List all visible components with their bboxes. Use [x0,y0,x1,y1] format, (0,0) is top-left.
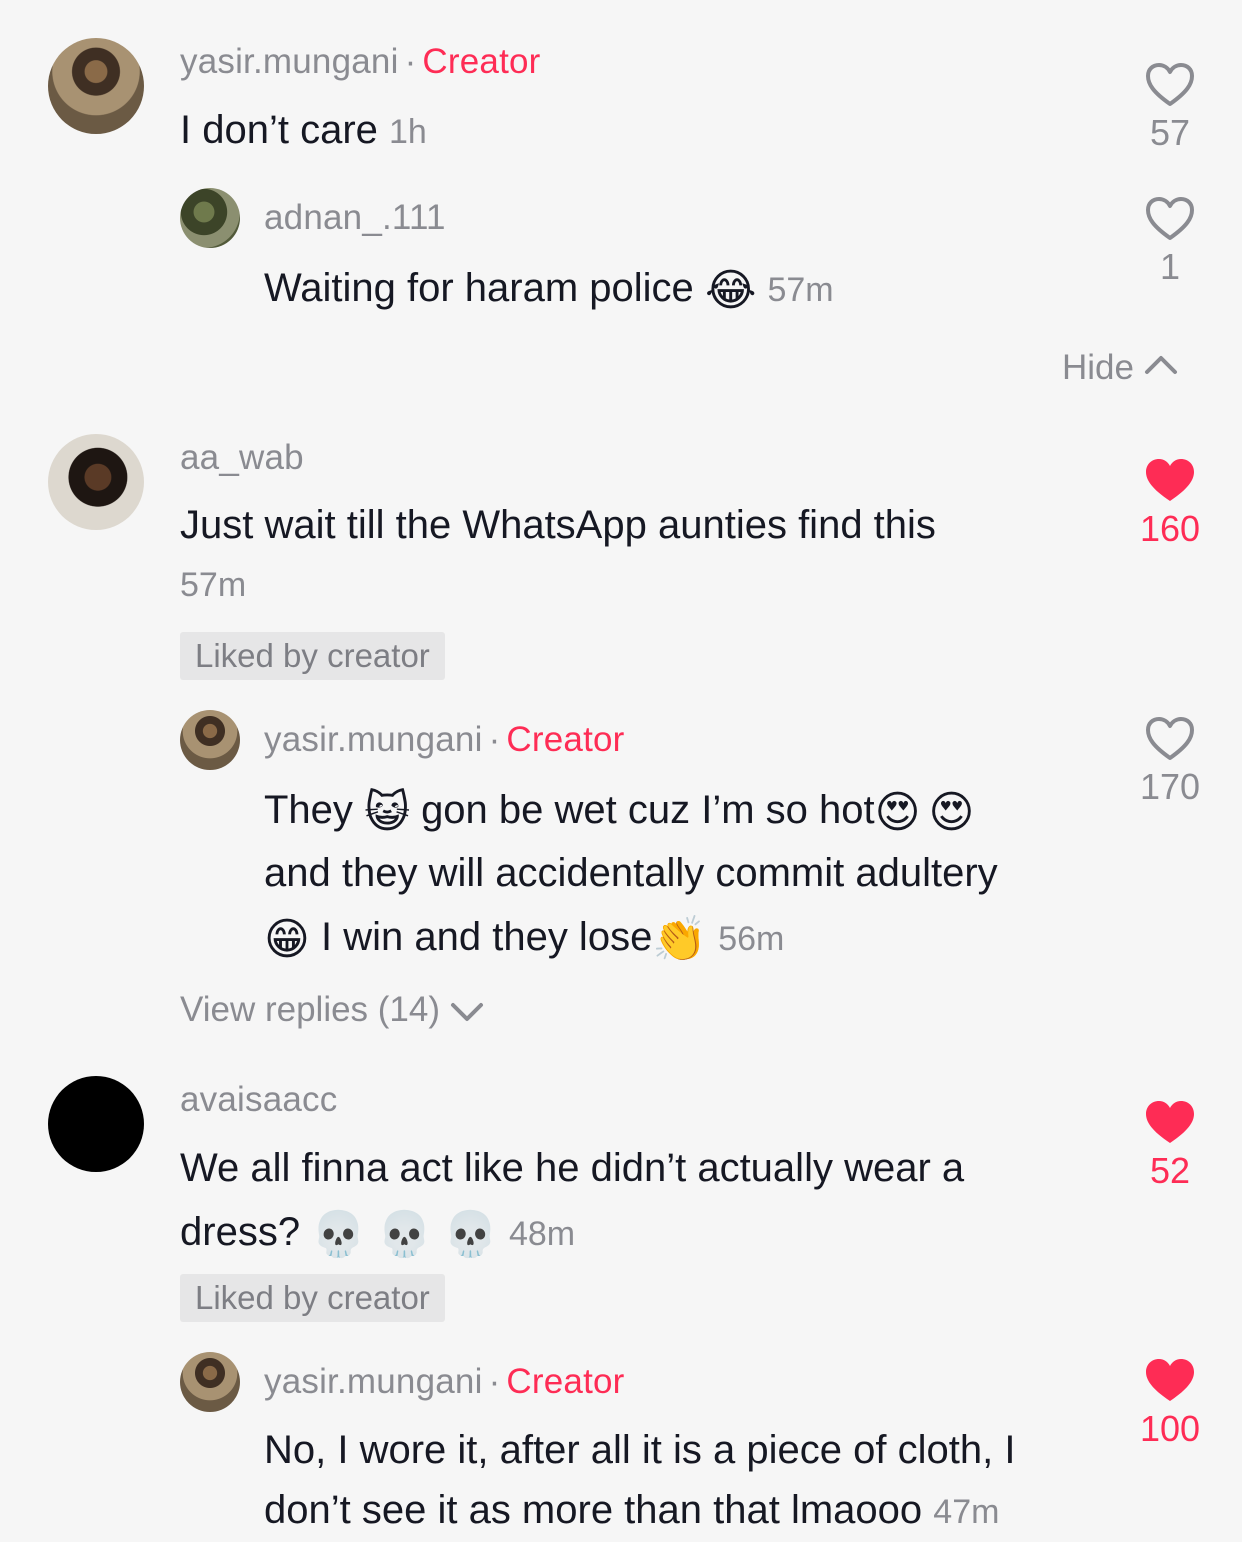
reply-line: No, I wore it, after all it is a piece o… [264,1428,1016,1472]
heart-filled-icon [1146,1101,1194,1143]
username-text[interactable]: yasir.mungani [264,720,483,759]
avatar[interactable] [48,1076,144,1172]
avatar[interactable] [48,434,144,530]
reply-text[interactable]: No, I wore it, after all it is a piece o… [264,1420,1015,1542]
heart-eyes-icon: 😍 [874,787,921,838]
comment-text[interactable]: I don’t care 1h [180,100,427,162]
comment-body: I don’t care [180,108,378,152]
reply-username[interactable]: yasir.mungani · Creator [264,1362,625,1402]
comment-line: We all finna act like he didn’t actually… [180,1146,965,1190]
comment-username[interactable]: avaisaacc [180,1080,337,1120]
like-button[interactable]: 170 [1130,716,1210,808]
liked-by-creator-badge: Liked by creator [180,632,445,680]
like-count: 170 [1139,766,1201,807]
like-button[interactable]: 52 [1130,1100,1210,1192]
avatar[interactable] [180,710,240,770]
chevron-up-icon [1144,356,1177,374]
skull-icon: 💀 [311,1209,366,1260]
heart-outline-icon [1146,63,1194,106]
separator-dot: · [488,720,501,759]
reply-time: 57m [767,271,834,309]
comment-body: dress? [180,1210,301,1254]
heart-eyes-icon: 😍 [928,787,975,838]
username-text[interactable]: yasir.mungani [264,1362,483,1401]
separator-dot: · [404,42,417,81]
username-text[interactable]: yasir.mungani [180,42,399,81]
grinning-cat-icon: 😺 [364,787,410,838]
like-count: 100 [1139,1408,1201,1449]
reply-body: don’t see it as more than that lmaooo [264,1488,923,1532]
reply-body: I win and they lose [321,915,653,959]
reply-time: 47m [933,1493,1000,1531]
like-count: 1 [1159,246,1181,287]
comment-time: 48m [508,1215,576,1253]
comment-time: 1h [389,113,427,151]
avatar[interactable] [180,1352,240,1412]
avatar[interactable] [48,38,144,134]
separator-dot: · [488,1362,501,1401]
like-count: 160 [1139,508,1201,549]
view-replies-button[interactable]: View replies (14) [180,990,484,1030]
reply-time: 56m [718,920,785,958]
comment-username[interactable]: aa_wab [180,438,304,478]
comment-time: 57m [180,566,247,604]
liked-by-creator-badge: Liked by creator [180,1274,445,1322]
creator-label: Creator [422,42,541,81]
like-button[interactable]: 1 [1130,196,1210,288]
heart-outline-icon [1146,197,1194,240]
hide-label: Hide [1062,348,1134,387]
reply-body: gon be wet cuz I’m so hot [421,788,875,832]
view-replies-label: View replies (14) [180,990,441,1029]
reply-username[interactable]: adnan_.111 [264,198,446,238]
like-button[interactable]: 100 [1130,1358,1210,1450]
comment-line: dress? 💀 💀 💀 48m [180,1202,964,1265]
like-count: 57 [1149,112,1191,153]
hide-replies-button[interactable]: Hide [1062,348,1178,388]
reply-username[interactable]: yasir.mungani · Creator [264,720,625,760]
reply-line: They 😺 gon be wet cuz I’m so hot😍 😍 [264,780,1104,843]
reply-text[interactable]: Waiting for haram police 😂 57m [264,258,834,321]
reply-text[interactable]: They 😺 gon be wet cuz I’m so hot😍 😍 and t… [264,780,1104,970]
creator-label: Creator [506,1362,625,1401]
comment-text[interactable]: We all finna act like he didn’t actually… [180,1138,964,1265]
heart-filled-icon [1146,1359,1194,1401]
grinning-face-icon: 😁 [264,914,310,965]
reply-line: 😁 I win and they lose👏 56m [264,907,1104,970]
like-count: 52 [1149,1150,1191,1191]
avatar[interactable] [180,188,240,248]
reply-line: and they will accidentally commit adulte… [264,851,998,895]
like-button[interactable]: 160 [1130,458,1210,550]
heart-outline-icon [1146,717,1194,760]
skull-icon: 💀 [443,1209,498,1260]
skull-icon: 💀 [377,1209,432,1260]
clapping-hands-icon: 👏 [652,914,708,965]
comment-body[interactable]: Just wait till the WhatsApp aunties find… [180,495,936,555]
like-button[interactable]: 57 [1130,62,1210,154]
comment-username[interactable]: yasir.mungani · Creator [180,42,541,82]
reply-line: don’t see it as more than that lmaooo 47… [264,1480,1015,1542]
reply-body: Waiting for haram police [264,266,694,310]
face-with-tears-of-joy-icon: 😂 [704,265,757,316]
creator-label: Creator [506,720,625,759]
reply-body: They [264,788,353,832]
chevron-down-icon [450,1003,483,1021]
heart-filled-icon [1146,459,1194,501]
